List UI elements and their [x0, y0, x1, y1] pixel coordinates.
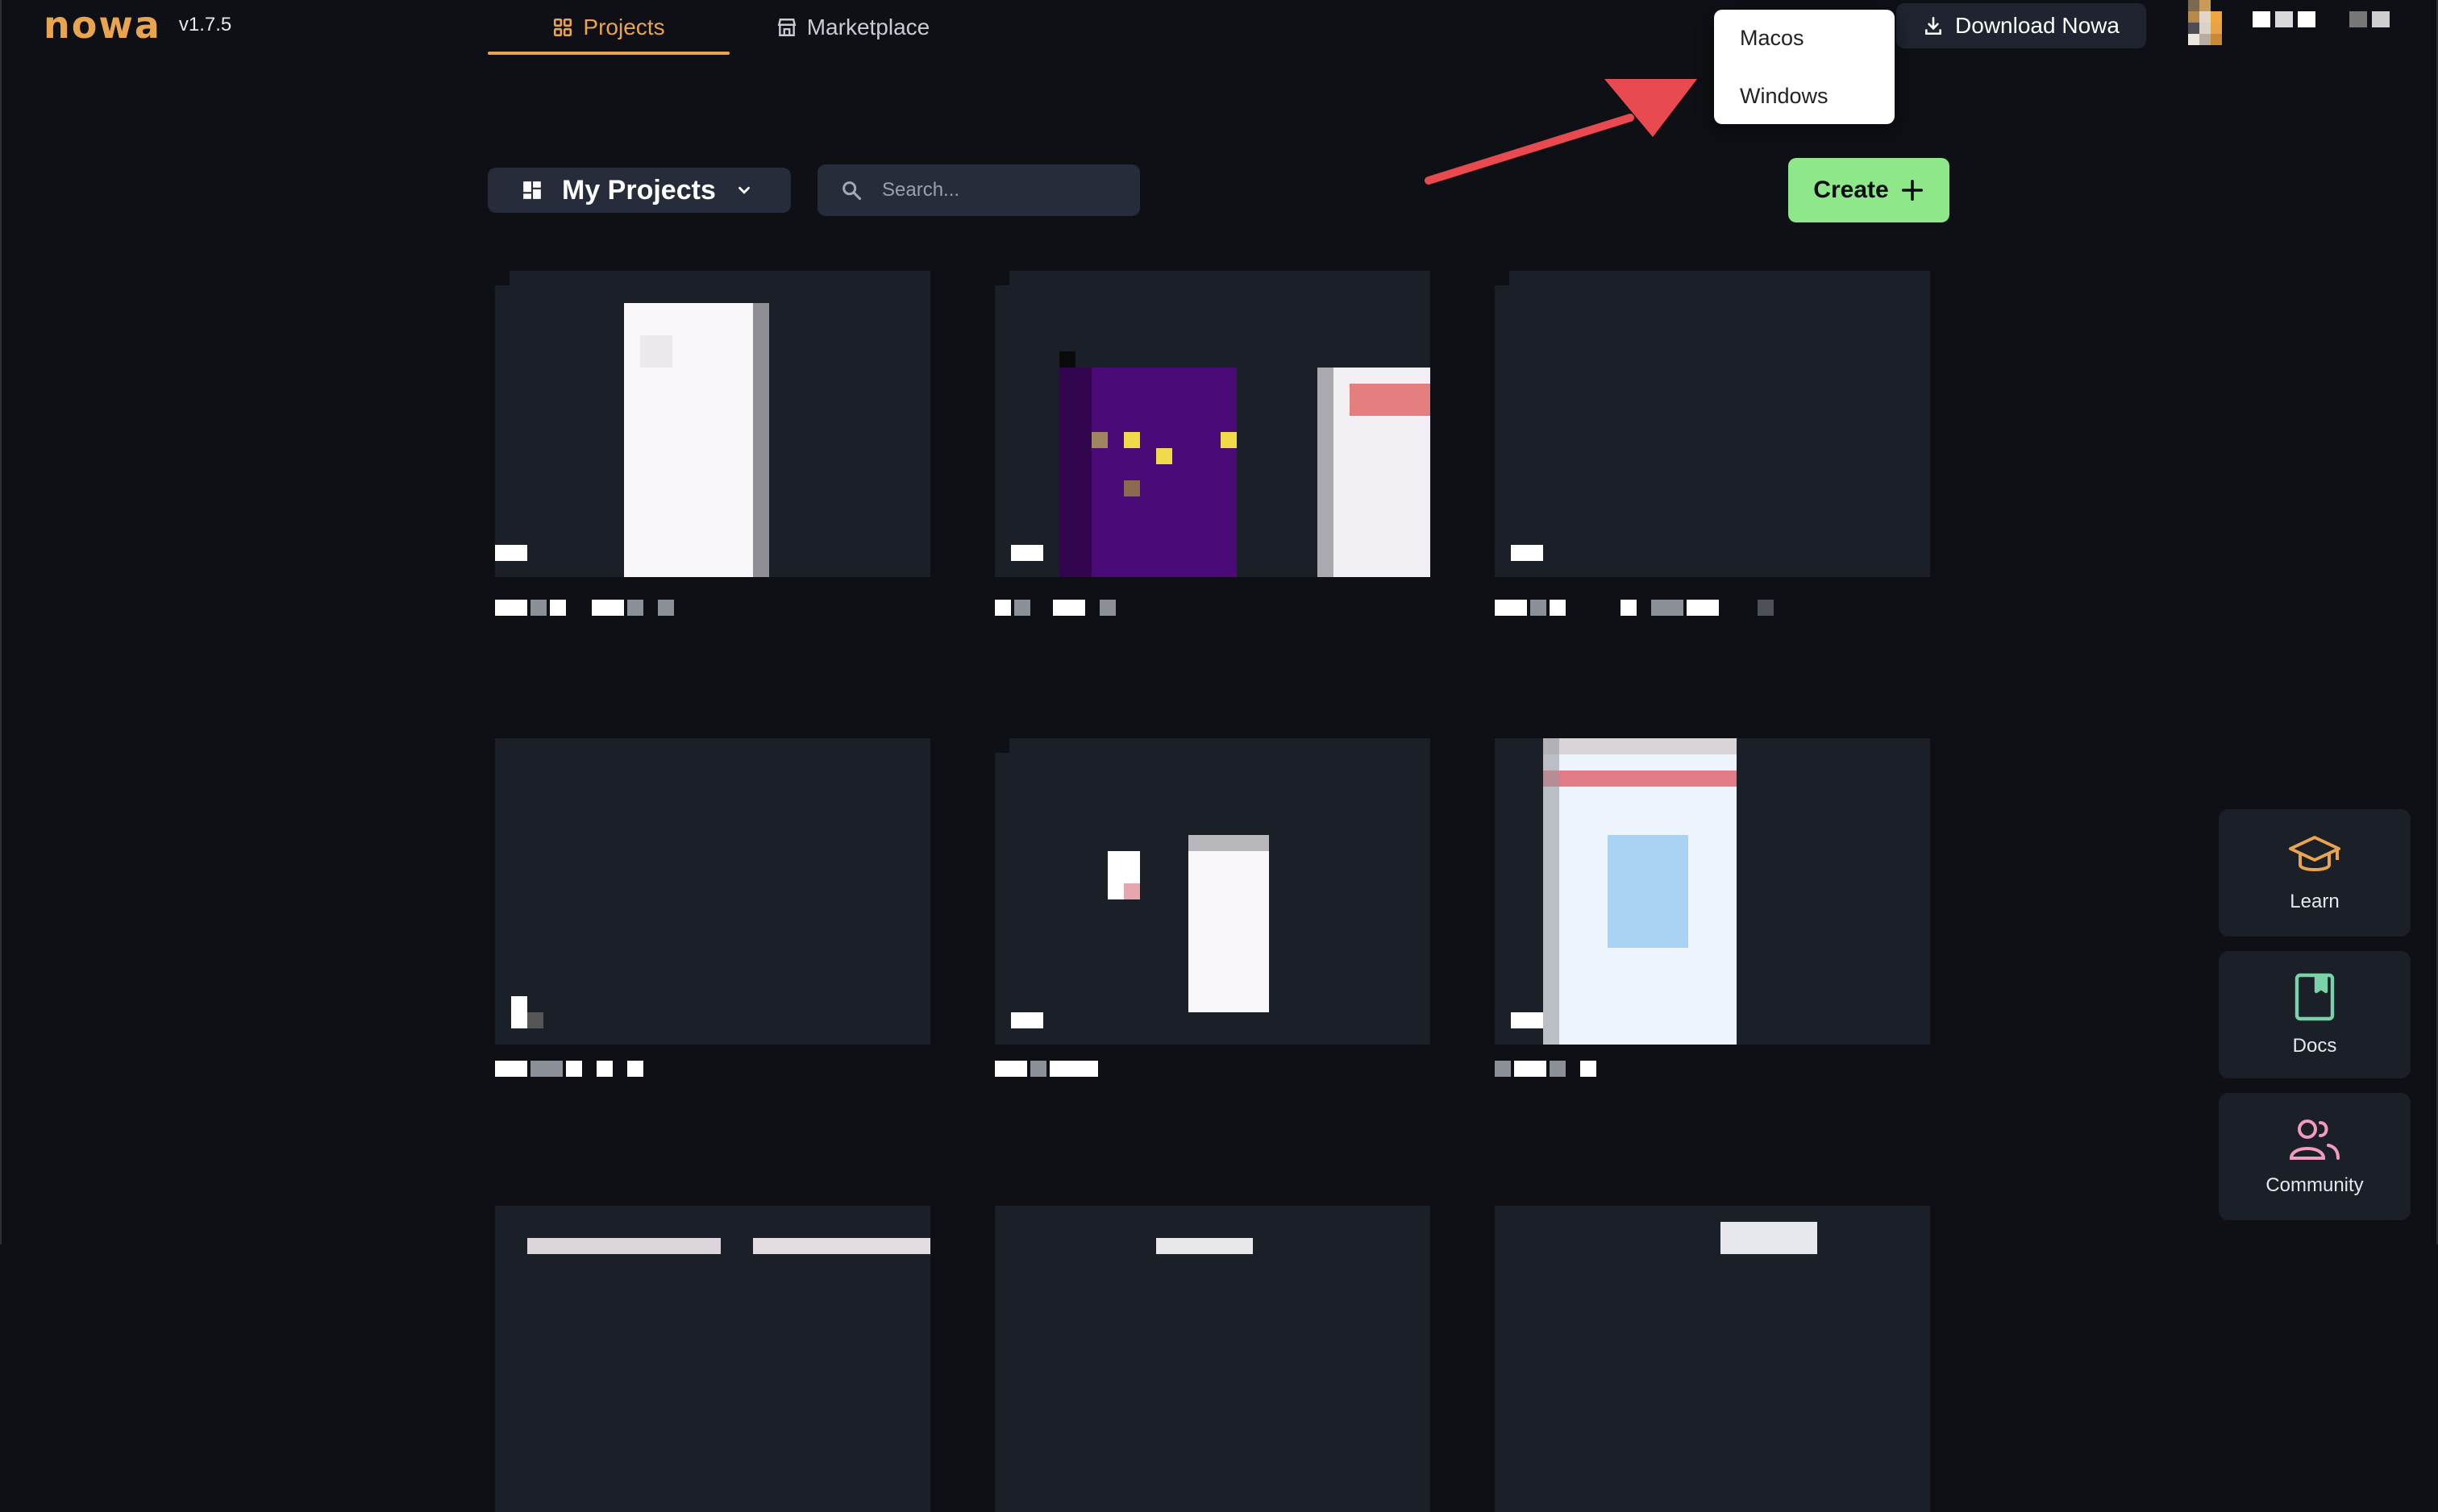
project-thumbnail[interactable] [495, 271, 930, 577]
project-title-redacted [495, 600, 674, 616]
community-button[interactable]: Community [2219, 1093, 2411, 1220]
project-title-redacted [1495, 600, 1774, 616]
project-thumbnail[interactable] [1495, 738, 1930, 1045]
search-icon [842, 181, 862, 201]
users-icon [2289, 1119, 2340, 1160]
store-icon [777, 19, 797, 36]
menu-item-macos[interactable]: Macos [1740, 26, 1804, 51]
logo-wordmark: nowa [44, 3, 161, 47]
learn-label: Learn [2290, 891, 2340, 912]
project-thumbnail[interactable] [995, 738, 1430, 1045]
grid-icon [554, 18, 572, 37]
create-button[interactable]: Create [1788, 158, 1949, 222]
project-thumbnail[interactable] [995, 1206, 1430, 1512]
dashboard-icon [523, 181, 541, 199]
download-os-menu: Macos Windows [1714, 10, 1895, 124]
tab-marketplace-label: Marketplace [806, 15, 930, 39]
learn-button[interactable]: Learn [2219, 809, 2411, 937]
project-title-redacted [495, 1061, 643, 1077]
download-button[interactable]: Download Nowa [1896, 3, 2146, 48]
project-thumbnail[interactable] [495, 1206, 930, 1512]
logo[interactable]: nowa v1.7.5 [44, 5, 231, 45]
docs-button[interactable]: Docs [2219, 951, 2411, 1078]
create-label: Create [1813, 177, 1889, 203]
app-window [0, 0, 2438, 1244]
project-title-redacted [1495, 1061, 1596, 1077]
project-thumbnail[interactable] [495, 738, 930, 1045]
version-label: v1.7.5 [178, 14, 232, 35]
download-icon [1925, 16, 1942, 35]
graduation-cap-icon [2289, 836, 2340, 871]
tab-marketplace[interactable]: Marketplace [764, 0, 942, 55]
search-box[interactable] [818, 164, 1140, 216]
download-label: Download Nowa [1955, 13, 2120, 38]
project-filter-label: My Projects [562, 174, 716, 206]
project-thumbnail[interactable] [1495, 1206, 1930, 1512]
tab-projects[interactable]: Projects [488, 0, 730, 55]
chevron-down-icon [738, 186, 750, 194]
search-input[interactable] [880, 178, 1125, 202]
user-name-redacted[interactable] [2253, 11, 2390, 27]
project-thumbnail[interactable] [1495, 271, 1930, 577]
community-label: Community [2265, 1174, 2364, 1196]
menu-item-windows[interactable]: Windows [1740, 84, 1828, 109]
project-title-redacted [995, 1061, 1098, 1077]
annotation-arrow [1425, 79, 1697, 185]
tab-projects-label: Projects [583, 15, 665, 39]
docs-label: Docs [2292, 1035, 2337, 1057]
project-thumbnail[interactable] [995, 271, 1430, 577]
project-filter-dropdown[interactable]: My Projects [488, 168, 791, 213]
active-tab-indicator [488, 52, 730, 55]
book-icon [2294, 973, 2335, 1021]
plus-icon [1901, 180, 1923, 201]
avatar[interactable] [2188, 0, 2233, 45]
project-title-redacted [995, 600, 1116, 616]
